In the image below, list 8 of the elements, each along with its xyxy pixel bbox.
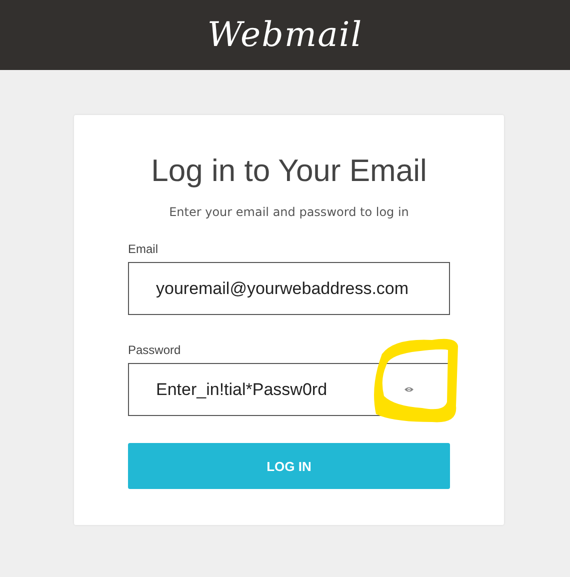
eye-icon[interactable] (404, 386, 414, 393)
login-subtitle: Enter your email and password to log in (168, 205, 410, 219)
field-label: Email (128, 242, 160, 256)
logo: Webmail (207, 15, 363, 55)
email-field[interactable]: youremail@yourwebaddress.com (128, 262, 450, 315)
field-label: Password (128, 343, 182, 357)
password-field[interactable]: Enter_in!tial*Passw0rd (128, 363, 450, 416)
login-title: Log in to Your Email (150, 153, 428, 189)
